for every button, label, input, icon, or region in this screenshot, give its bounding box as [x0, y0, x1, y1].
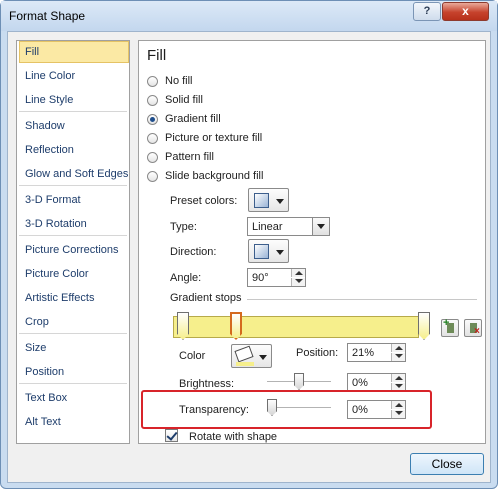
radio-no-fill[interactable]: No fill	[147, 74, 347, 90]
direction-label: Direction:	[170, 246, 217, 258]
brightness-value: 0%	[352, 377, 368, 389]
radio-button[interactable]	[147, 152, 158, 163]
angle-value: 90°	[252, 272, 269, 284]
radio-label: Pattern fill	[165, 151, 214, 163]
radio-button[interactable]	[147, 95, 158, 106]
color-bar	[236, 362, 254, 366]
radio-button-selected[interactable]	[147, 114, 158, 125]
type-dropdown[interactable]: Linear	[247, 217, 330, 236]
nav-item-line-color[interactable]: Line Color	[19, 65, 129, 87]
direction-swatch-icon	[254, 244, 269, 259]
dropdown-button[interactable]	[312, 218, 329, 235]
nav-divider	[19, 235, 127, 236]
color-button[interactable]	[231, 344, 272, 368]
brightness-slider-thumb[interactable]	[294, 373, 304, 390]
gradient-swatch-icon	[254, 193, 269, 208]
chevron-down-icon	[276, 250, 284, 255]
dialog-title: Format Shape	[9, 9, 86, 23]
radio-picture-texture-fill[interactable]: Picture or texture fill	[147, 131, 347, 147]
radio-label: No fill	[165, 75, 193, 87]
type-value: Linear	[252, 221, 283, 233]
rotate-with-shape-label: Rotate with shape	[189, 431, 278, 443]
nav-item-glow-soft-edges[interactable]: Glow and Soft Edges	[19, 163, 129, 185]
radio-label: Slide background fill	[165, 170, 264, 182]
nav-item-picture-corrections[interactable]: Picture Corrections	[19, 239, 129, 261]
preset-colors-label: Preset colors:	[170, 195, 238, 207]
chevron-down-icon	[259, 355, 267, 360]
paint-bucket-icon	[234, 345, 254, 363]
radio-button[interactable]	[147, 76, 158, 87]
title-bar[interactable]: Format Shape ? x	[1, 1, 497, 31]
nav-item-alt-text[interactable]: Alt Text	[19, 411, 129, 433]
spin-down-icon[interactable]	[391, 353, 405, 361]
fill-panel: Fill No fill Solid fill Gradient fill Pi…	[138, 40, 486, 444]
transparency-highlight-box	[141, 390, 432, 429]
type-label: Type:	[170, 221, 197, 233]
nav-item-3d-format[interactable]: 3-D Format	[19, 189, 129, 211]
nav-divider	[19, 383, 127, 384]
angle-spinner[interactable]: 90°	[247, 268, 306, 287]
position-spinner[interactable]: 21%	[347, 343, 406, 362]
spin-down-icon[interactable]	[291, 278, 305, 286]
color-label: Color	[179, 350, 206, 362]
remove-gradient-stop-button[interactable]	[464, 319, 482, 337]
nav-divider	[19, 111, 127, 112]
gradient-stops-label: Gradient stops	[170, 292, 242, 304]
panel-heading: Fill	[147, 47, 167, 64]
radio-solid-fill[interactable]: Solid fill	[147, 93, 347, 109]
position-value: 21%	[352, 347, 375, 359]
help-button[interactable]: ?	[413, 2, 441, 21]
radio-button[interactable]	[147, 133, 158, 144]
add-stop-icon	[447, 323, 454, 333]
gradient-bar[interactable]	[173, 316, 419, 338]
nav-item-3d-rotation[interactable]: 3-D Rotation	[19, 213, 129, 235]
window-close-button[interactable]: x	[442, 2, 489, 21]
radio-gradient-fill[interactable]: Gradient fill	[147, 112, 347, 128]
add-gradient-stop-button[interactable]	[441, 317, 459, 337]
nav-item-line-style[interactable]: Line Style	[19, 89, 129, 111]
spin-up-icon[interactable]	[291, 269, 305, 277]
category-list: Fill Line Color Line Style Shadow Reflec…	[16, 40, 130, 444]
nav-item-size[interactable]: Size	[19, 337, 129, 359]
nav-item-position[interactable]: Position	[19, 361, 129, 383]
radio-label: Gradient fill	[165, 113, 221, 125]
spin-up-icon[interactable]	[391, 344, 405, 352]
radio-label: Picture or texture fill	[165, 132, 263, 144]
nav-item-text-box[interactable]: Text Box	[19, 387, 129, 409]
chevron-down-icon	[317, 224, 325, 229]
radio-slide-background-fill[interactable]: Slide background fill	[147, 169, 347, 185]
remove-stop-icon	[470, 323, 477, 333]
radio-button[interactable]	[147, 171, 158, 182]
nav-divider	[19, 185, 127, 186]
direction-button[interactable]	[248, 239, 289, 263]
nav-item-artistic-effects[interactable]: Artistic Effects	[19, 287, 129, 309]
preset-colors-button[interactable]	[248, 188, 289, 212]
spin-up-icon[interactable]	[391, 374, 405, 382]
nav-item-reflection[interactable]: Reflection	[19, 139, 129, 161]
brightness-label: Brightness:	[179, 378, 235, 390]
nav-item-fill[interactable]: Fill	[19, 41, 129, 63]
angle-label: Angle:	[170, 272, 202, 284]
nav-item-picture-color[interactable]: Picture Color	[19, 263, 129, 285]
format-shape-dialog: Format Shape ? x Fill Line Color Line St…	[0, 0, 498, 489]
nav-item-crop[interactable]: Crop	[19, 311, 129, 333]
chevron-down-icon	[276, 199, 284, 204]
section-divider	[247, 299, 477, 300]
radio-label: Solid fill	[165, 94, 203, 106]
radio-pattern-fill[interactable]: Pattern fill	[147, 150, 347, 166]
position-label: Position:	[296, 347, 339, 359]
nav-divider	[19, 333, 127, 334]
rotate-with-shape-checkbox[interactable]	[165, 429, 178, 442]
nav-item-shadow[interactable]: Shadow	[19, 115, 129, 137]
close-button[interactable]: Close	[410, 453, 484, 475]
gradient-stop-marker[interactable]	[418, 312, 430, 340]
